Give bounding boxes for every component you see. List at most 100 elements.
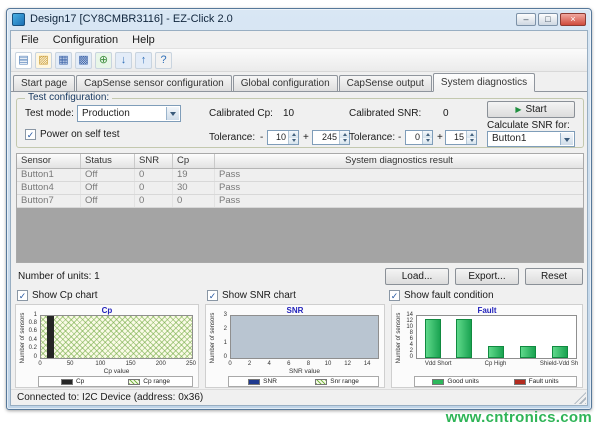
calibrated-cp-value: 10 [283, 108, 294, 119]
x-tick-label: 50 [67, 361, 74, 367]
titlebar[interactable]: Design17 [CY8CMBR3116] - EZ-Click 2.0 – … [7, 9, 591, 29]
read-from-device-icon[interactable]: ↑ [135, 52, 152, 69]
category-label: Shield-Vdd Sh [540, 361, 578, 367]
load-button[interactable]: Load... [385, 268, 449, 285]
toolbar: ▤▨▦▩⊕↓↑? [11, 49, 587, 72]
reset-button[interactable]: Reset [525, 268, 583, 285]
table-row[interactable]: Button1Off019Pass [17, 169, 583, 182]
diagnostics-table[interactable]: SensorStatusSNRCpSystem diagnostics resu… [16, 153, 584, 263]
maximize-icon[interactable]: □ [538, 13, 558, 26]
snr-tolerance-label: Tolerance: [349, 132, 395, 143]
cp-tolerance-high-stepper[interactable]: 245 [312, 130, 350, 145]
save-project-icon[interactable]: ▦ [55, 52, 72, 69]
play-icon: ▶ [515, 105, 521, 114]
y-tick-label: 0.2 [16, 345, 37, 352]
calculate-snr-select[interactable]: Button1 [487, 131, 575, 147]
y-tick-label: 0.4 [16, 337, 37, 344]
table-row[interactable]: Button4Off030Pass [17, 182, 583, 195]
minimize-icon[interactable]: – [516, 13, 536, 26]
calibrated-snr-label: Calibrated SNR: [349, 108, 421, 119]
cp-chart: Cp Number of sensors Cp value CpCp range… [15, 304, 199, 388]
tab-capsense-sensor-configuration[interactable]: CapSense sensor configuration [76, 75, 232, 91]
menu-file[interactable]: File [14, 33, 46, 47]
menu-configuration[interactable]: Configuration [46, 33, 125, 47]
start-button[interactable]: ▶ Start [487, 101, 575, 118]
new-project-icon[interactable]: ▤ [15, 52, 32, 69]
tab-start-page[interactable]: Start page [13, 75, 75, 91]
x-tick-label: 100 [95, 361, 105, 367]
tab-system-diagnostics[interactable]: System diagnostics [433, 73, 535, 92]
table-row[interactable]: Button7Off00Pass [17, 195, 583, 208]
checkmark-icon[interactable]: ✓ [389, 290, 400, 301]
table-cell: Pass [215, 182, 583, 194]
help-icon[interactable]: ? [155, 52, 172, 69]
table-cell: 0 [173, 195, 215, 207]
cp-bar [47, 316, 54, 358]
x-tick-label: 2 [248, 361, 251, 367]
table-cell: Pass [215, 169, 583, 181]
snr-tolerance-high-stepper[interactable]: 15 [445, 130, 477, 145]
legend-swatch-icon [315, 379, 327, 385]
table-cell: Off [81, 169, 135, 181]
x-tick-label: 8 [307, 361, 310, 367]
calculate-snr-label: Calculate SNR for: [487, 120, 570, 131]
chevron-down-icon[interactable] [166, 107, 179, 120]
show-cp-chart-checkbox[interactable]: ✓ Show Cp chart [17, 290, 98, 301]
test-mode-select[interactable]: Production [77, 105, 181, 122]
test-mode-value: Production [82, 108, 130, 119]
checkmark-icon[interactable]: ✓ [25, 129, 36, 140]
spin-down-icon[interactable] [467, 138, 476, 145]
column-header[interactable]: SNR [135, 154, 173, 168]
open-project-icon[interactable]: ▨ [35, 52, 52, 69]
legend-label: Fault units [529, 378, 559, 385]
y-tick-label: 0 [206, 354, 227, 361]
column-header[interactable]: System diagnostics result [215, 154, 583, 168]
show-snr-chart-label: Show SNR chart [222, 290, 296, 301]
checkmark-icon[interactable]: ✓ [207, 290, 218, 301]
tab-capsense-output[interactable]: CapSense output [339, 75, 432, 91]
resize-grip-icon[interactable] [574, 392, 586, 404]
cp-tolerance-low-value: 10 [276, 132, 286, 142]
spin-down-icon[interactable] [289, 138, 298, 145]
spin-down-icon[interactable] [423, 138, 432, 145]
snr-tolerance-low-stepper[interactable]: 0 [405, 130, 433, 145]
export-button[interactable]: Export... [455, 268, 519, 285]
snr-tolerance-plus: + [437, 132, 443, 143]
snr-chart-xlabel: SNR value [230, 368, 379, 375]
table-cell: 0 [135, 169, 173, 181]
generate-configuration-icon[interactable]: ⊕ [95, 52, 112, 69]
app-icon [12, 13, 25, 26]
menu-help[interactable]: Help [125, 33, 162, 47]
tab-global-configuration[interactable]: Global configuration [233, 75, 338, 91]
chevron-down-icon[interactable] [560, 133, 573, 145]
x-tick-label: 6 [287, 361, 290, 367]
spin-down-icon[interactable] [340, 138, 349, 145]
legend-swatch-icon [128, 379, 140, 385]
table-cell: 0 [135, 195, 173, 207]
x-tick-label: 4 [268, 361, 271, 367]
y-tick-label: 14 [392, 312, 413, 319]
column-header[interactable]: Sensor [17, 154, 81, 168]
apply-to-device-icon[interactable]: ↓ [115, 52, 132, 69]
snr-chart-legend: SNRSnr range [228, 376, 379, 387]
show-fault-condition-checkbox[interactable]: ✓ Show fault condition [389, 290, 494, 301]
power-on-self-test-checkbox[interactable]: ✓ Power on self test [25, 129, 119, 140]
show-snr-chart-checkbox[interactable]: ✓ Show SNR chart [207, 290, 296, 301]
cp-tolerance-plus: + [303, 132, 309, 143]
close-icon[interactable]: × [560, 13, 586, 26]
column-header[interactable]: Status [81, 154, 135, 168]
checkmark-icon[interactable]: ✓ [17, 290, 28, 301]
x-tick-label: 14 [364, 361, 371, 367]
fault-chart-legend: Good units Fault units [414, 376, 577, 387]
legend-label: Good units [447, 378, 478, 385]
save-all-icon[interactable]: ▩ [75, 52, 92, 69]
power-on-self-test-label: Power on self test [40, 129, 119, 140]
cp-tolerance-label: Tolerance: [209, 132, 255, 143]
fault-bar [425, 319, 441, 358]
column-header[interactable]: Cp [173, 154, 215, 168]
page-background: Design17 [CY8CMBR3116] - EZ-Click 2.0 – … [0, 0, 600, 432]
fault-chart-title: Fault [392, 306, 582, 315]
fault-bar [552, 346, 568, 358]
show-cp-chart-label: Show Cp chart [32, 290, 98, 301]
cp-tolerance-low-stepper[interactable]: 10 [267, 130, 299, 145]
